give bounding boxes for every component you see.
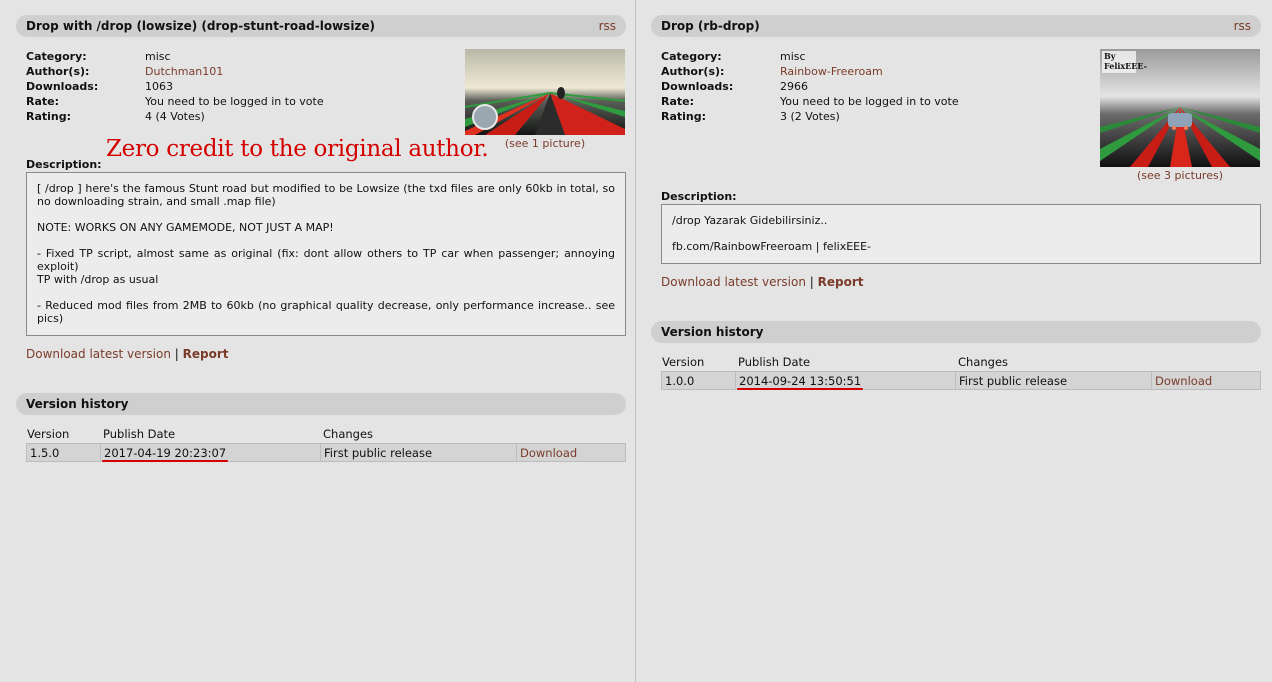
meta-key: Author(s):	[661, 65, 725, 78]
meta-value: 2966	[780, 80, 808, 93]
version-history-table: Version Publish Date Changes 1.5.0 2017-…	[26, 426, 626, 462]
version-cell: 1.0.0	[662, 372, 736, 389]
column-header-version: Version	[27, 427, 70, 441]
resource-title: Drop (rb-drop)	[661, 19, 760, 33]
version-download-link[interactable]: Download	[1152, 372, 1260, 389]
version-history-table: Version Publish Date Changes 1.0.0 2014-…	[661, 354, 1261, 390]
column-header-date: Publish Date	[738, 355, 811, 369]
download-latest-link[interactable]: Download latest version	[661, 275, 806, 289]
version-history-bar: Version history	[16, 393, 626, 415]
version-history-title: Version history	[26, 397, 129, 411]
column-header-version: Version	[662, 355, 705, 369]
date-cell: 2014-09-24 13:50:51	[736, 372, 956, 391]
author-link[interactable]: Dutchman101	[145, 64, 223, 79]
meta-downloads: Downloads: 2966	[661, 79, 1091, 94]
version-history-title: Version history	[661, 325, 764, 339]
date-value: 2017-04-19 20:23:07	[101, 444, 229, 463]
date-cell: 2017-04-19 20:23:07	[101, 444, 321, 463]
resource-actions: Download latest version | Report	[661, 275, 864, 289]
meta-value: 4 (4 Votes)	[145, 110, 205, 123]
meta-key: Author(s):	[26, 65, 90, 78]
meta-rate: Rate: You need to be logged in to vote	[26, 94, 456, 109]
description-paragraph: fb.com/RainbowFreeroam | felixEEE-	[672, 240, 872, 253]
thumbnail-road-image	[465, 49, 625, 135]
table-header: Version Publish Date Changes	[26, 426, 626, 443]
column-header-date: Publish Date	[103, 427, 176, 441]
table-row: 1.0.0 2014-09-24 13:50:51 First public r…	[661, 371, 1261, 390]
meta-key: Downloads:	[26, 80, 99, 93]
see-pictures-link[interactable]: (see 3 pictures)	[1100, 169, 1260, 182]
description-paragraph: NOTE: WORKS ON ANY GAMEMODE, NOT JUST A …	[37, 221, 334, 234]
description-paragraph: - Reduced mod files from 2MB to 60kb (no…	[37, 299, 615, 325]
meta-key: Downloads:	[661, 80, 734, 93]
meta-authors: Author(s): Rainbow-Freeroam	[661, 64, 1091, 79]
description-paragraph: /drop Yazarak Gidebilirsiniz..	[672, 214, 828, 227]
column-header-changes: Changes	[958, 355, 1009, 369]
meta-value: misc	[145, 50, 171, 63]
rss-link[interactable]: rss	[1234, 15, 1251, 37]
resource-meta: Category: misc Author(s): Dutchman101 Do…	[26, 49, 456, 124]
separator: |	[809, 275, 814, 289]
meta-key: Category:	[661, 50, 722, 63]
meta-rate: Rate: You need to be logged in to vote	[661, 94, 1091, 109]
meta-downloads: Downloads: 1063	[26, 79, 456, 94]
resource-title: Drop with /drop (lowsize) (drop-stunt-ro…	[26, 19, 376, 33]
annotation-text: Zero credit to the original author.	[106, 136, 489, 162]
description-paragraph: - Fixed TP script, almost same as origin…	[37, 247, 615, 286]
meta-key: Category:	[26, 50, 87, 63]
meta-rating: Rating: 4 (4 Votes)	[26, 109, 456, 124]
report-link[interactable]: Report	[818, 275, 864, 289]
resource-meta: Category: misc Author(s): Rainbow-Freero…	[661, 49, 1091, 124]
resource-thumbnail[interactable]	[465, 49, 625, 135]
meta-key: Rate:	[26, 95, 60, 108]
description-label: Description:	[26, 158, 102, 171]
meta-value: You need to be logged in to vote	[145, 95, 324, 108]
resource-panel-right: Drop (rb-drop) rss Category: misc Author…	[637, 0, 1272, 682]
resource-panel-left: Drop with /drop (lowsize) (drop-stunt-ro…	[0, 0, 636, 682]
description-paragraph: [ /drop ] here's the famous Stunt road b…	[37, 182, 615, 208]
version-history-bar: Version history	[651, 321, 1261, 343]
changes-cell: First public release	[956, 372, 1152, 389]
meta-authors: Author(s): Dutchman101	[26, 64, 456, 79]
thumbnail-watermark: By FelixEEE-	[1104, 51, 1147, 71]
table-header: Version Publish Date Changes	[661, 354, 1261, 371]
meta-key: Rating:	[26, 110, 72, 123]
meta-category: Category: misc	[26, 49, 456, 64]
separator: |	[174, 347, 179, 361]
changes-cell: First public release	[321, 444, 517, 461]
description-label: Description:	[661, 190, 737, 203]
column-header-changes: Changes	[323, 427, 374, 441]
meta-rating: Rating: 3 (2 Votes)	[661, 109, 1091, 124]
meta-value: 1063	[145, 80, 173, 93]
description-box: [ /drop ] here's the famous Stunt road b…	[26, 172, 626, 336]
meta-value: misc	[780, 50, 806, 63]
meta-category: Category: misc	[661, 49, 1091, 64]
meta-key: Rating:	[661, 110, 707, 123]
version-download-link[interactable]: Download	[517, 444, 625, 461]
table-row: 1.5.0 2017-04-19 20:23:07 First public r…	[26, 443, 626, 462]
report-link[interactable]: Report	[183, 347, 229, 361]
version-cell: 1.5.0	[27, 444, 101, 461]
download-latest-link[interactable]: Download latest version	[26, 347, 171, 361]
meta-value: 3 (2 Votes)	[780, 110, 840, 123]
meta-key: Rate:	[661, 95, 695, 108]
rss-link[interactable]: rss	[599, 15, 616, 37]
meta-value: You need to be logged in to vote	[780, 95, 959, 108]
see-pictures-link[interactable]: (see 1 picture)	[465, 137, 625, 150]
description-box: /drop Yazarak Gidebilirsiniz.. fb.com/Ra…	[661, 204, 1261, 264]
resource-title-bar: Drop (rb-drop) rss	[651, 15, 1261, 37]
resource-actions: Download latest version | Report	[26, 347, 229, 361]
author-link[interactable]: Rainbow-Freeroam	[780, 64, 883, 79]
resource-thumbnail[interactable]: By FelixEEE-	[1100, 49, 1260, 167]
date-value: 2014-09-24 13:50:51	[736, 372, 864, 391]
resource-title-bar: Drop with /drop (lowsize) (drop-stunt-ro…	[16, 15, 626, 37]
